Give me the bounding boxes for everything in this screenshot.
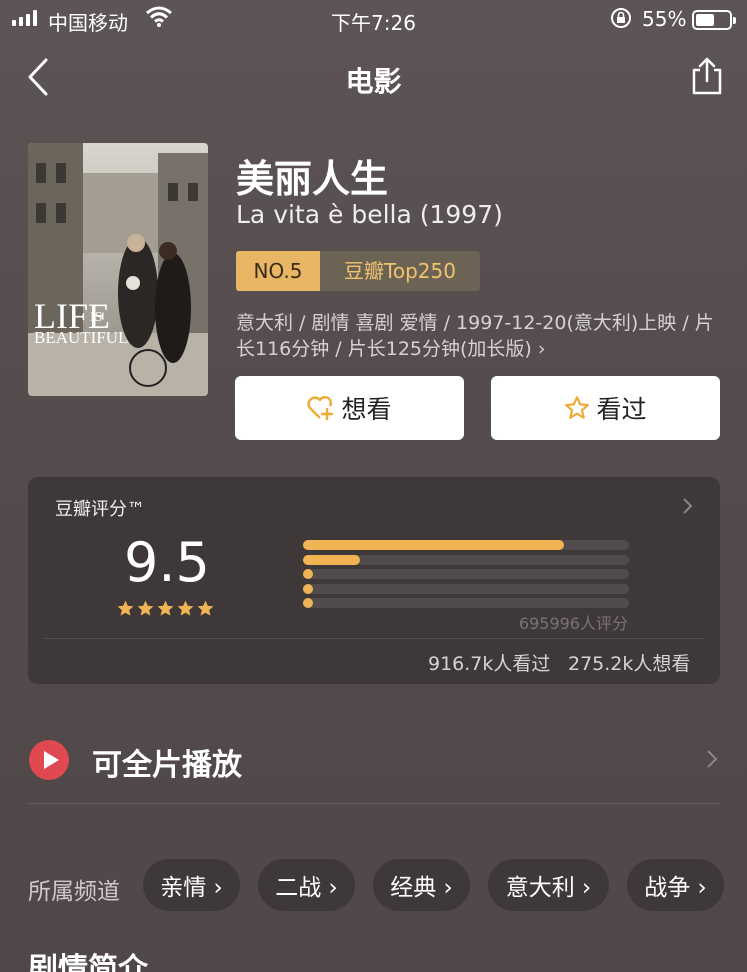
dist-bar xyxy=(303,554,361,565)
channel-chip[interactable]: 意大利 › xyxy=(488,859,609,911)
battery-icon xyxy=(692,10,736,30)
page-title: 电影 xyxy=(345,65,402,98)
channel-chip[interactable]: 二战 › xyxy=(258,859,355,911)
poster-title-line3: BEAUTIFUL xyxy=(34,328,128,347)
synopsis-heading: 剧情简介 xyxy=(28,952,148,972)
rank-number: NO.5 xyxy=(236,251,320,291)
dist-bar xyxy=(303,583,313,594)
movie-title: 美丽人生 xyxy=(236,157,389,201)
want-label: 想看 xyxy=(341,395,392,424)
top250-badge[interactable]: NO.5 豆瓣Top250 xyxy=(236,251,480,291)
poster-title-line2: IS xyxy=(90,310,102,325)
star-icon xyxy=(137,600,154,616)
clock: 下午7:26 xyxy=(331,11,416,35)
chevron-right-icon xyxy=(683,498,693,514)
play-full-row[interactable]: 可全片播放 xyxy=(28,737,720,783)
seen-label: 看过 xyxy=(596,395,647,424)
play-icon xyxy=(29,740,69,780)
rating-label: 豆瓣评分™ xyxy=(55,499,145,520)
dist-track xyxy=(303,569,629,579)
movie-poster[interactable]: LIFE IS BEAUTIFUL xyxy=(28,143,208,396)
dist-track xyxy=(303,598,629,608)
want-to-watch-button[interactable]: 想看 xyxy=(235,376,464,440)
star-icon xyxy=(197,600,214,616)
dist-track xyxy=(303,540,629,550)
dist-track xyxy=(303,554,629,565)
dist-bar xyxy=(303,569,313,579)
orientation-lock-icon xyxy=(611,8,631,28)
star-icon xyxy=(157,600,174,616)
status-bar: 中国移动 下午7:26 55% xyxy=(0,0,747,40)
section-divider xyxy=(28,803,720,804)
play-label: 可全片播放 xyxy=(92,748,242,783)
channel-chip[interactable]: 经典 › xyxy=(373,859,470,911)
dist-bar xyxy=(303,598,313,608)
channels-label: 所属频道 xyxy=(28,879,120,905)
dist-bar xyxy=(303,540,564,550)
channel-chip[interactable]: 亲情 › xyxy=(143,859,240,911)
dist-track xyxy=(303,583,629,594)
card-divider xyxy=(43,638,705,639)
share-icon[interactable] xyxy=(690,56,724,96)
rating-count: 695996人评分 xyxy=(518,614,628,633)
rank-list-name: 豆瓣Top250 xyxy=(320,251,480,291)
movie-meta[interactable]: 意大利 / 剧情 喜剧 爱情 / 1997-12-20(意大利)上映 / 片长1… xyxy=(236,310,726,362)
star-outline-icon xyxy=(565,396,590,419)
seen-count[interactable]: 916.7k人看过 xyxy=(428,649,550,676)
rating-card[interactable]: 豆瓣评分™ 9.5 695996人评分 916.7k人看过 275.2k人想看 xyxy=(28,477,720,684)
rating-score: 9.5 xyxy=(124,531,210,594)
heart-plus-icon xyxy=(307,395,334,421)
star-icon xyxy=(117,600,134,616)
star-icon xyxy=(177,600,194,616)
movie-original-title: La vita è bella (1997) xyxy=(236,200,503,229)
chevron-right-icon xyxy=(707,750,718,768)
rating-stars xyxy=(116,599,215,618)
want-count[interactable]: 275.2k人想看 xyxy=(568,649,690,676)
battery-percent: 55% xyxy=(642,7,687,31)
channel-chip[interactable]: 战争 › xyxy=(627,859,724,911)
watched-button[interactable]: 看过 xyxy=(491,376,720,440)
